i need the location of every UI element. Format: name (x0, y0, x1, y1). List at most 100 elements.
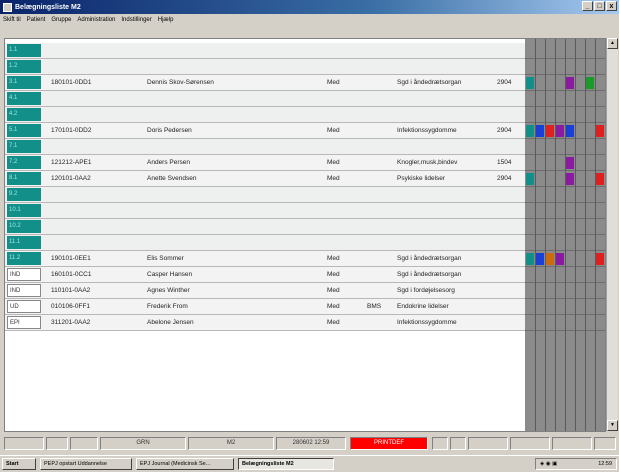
bed-label[interactable]: 1.2 (7, 60, 41, 73)
bed-label[interactable]: 10.2 (7, 220, 41, 233)
status-marker[interactable] (566, 173, 574, 185)
bed-label[interactable]: 9.2 (7, 188, 41, 201)
bed-row[interactable]: 4.2 (5, 107, 525, 123)
patient-code: 2904 (497, 175, 512, 182)
bed-row[interactable]: 1.2 (5, 59, 525, 75)
bed-label[interactable]: 4.2 (7, 108, 41, 121)
menu-indstillinger[interactable]: Indstillinger (118, 17, 154, 23)
patient-name: Frederik From (147, 303, 188, 310)
bed-label[interactable]: 3.1 (7, 76, 41, 89)
patient-diagnosis: Infektionssygdomme (397, 319, 457, 326)
vertical-scrollbar[interactable]: ▲ ▼ (606, 38, 618, 431)
close-button[interactable]: x (606, 1, 617, 11)
patient-diagnosis: Sgd i fordøjelsesorg (397, 287, 455, 294)
patient-diagnosis: Psykiske lidelser (397, 175, 446, 182)
taskbar-item-belaegningsliste[interactable]: Belægningsliste M2 (238, 458, 334, 470)
window-controls: _ □ x (582, 1, 617, 11)
bed-row[interactable]: 1.1 (5, 43, 525, 59)
status-cell (432, 437, 448, 450)
start-button[interactable]: Start (2, 458, 36, 470)
bed-label[interactable]: EPI (7, 316, 41, 329)
status-marker[interactable] (566, 157, 574, 169)
tray-clock: 12:59 (598, 461, 612, 467)
taskbar-item-epj-opstart[interactable]: PEPJ opstart Uddannelse (40, 458, 132, 470)
bed-label[interactable]: 8.1 (7, 172, 41, 185)
bed-label[interactable]: UD (7, 300, 41, 313)
scroll-up-icon[interactable]: ▲ (607, 38, 618, 49)
patient-cpr: 120101-0AA2 (51, 175, 91, 182)
patient-specialty: Med (327, 159, 340, 166)
bed-row[interactable]: 10.2 (5, 219, 525, 235)
status-marker[interactable] (596, 125, 604, 137)
bed-label[interactable]: 4.1 (7, 92, 41, 105)
menu-gruppe[interactable]: Gruppe (48, 17, 74, 23)
bed-label[interactable]: IND (7, 268, 41, 281)
bed-row[interactable]: EPI 311201-0AA2 Abelone Jensen Med Infektion… (5, 315, 525, 331)
bed-label[interactable]: 7.1 (7, 140, 41, 153)
menu-hjaelp[interactable]: Hjælp (155, 17, 177, 23)
patient-diagnosis: Sgd i åndedrætsorgan (397, 79, 462, 86)
grid-col-line (535, 39, 536, 431)
bed-row[interactable]: 5.1 170101-0DD2 Doris Pedersen Med Infektion… (5, 123, 525, 139)
bed-row[interactable]: 10.1 (5, 203, 525, 219)
bed-row[interactable]: 8.1 120101-0AA2 Anette Svendsen Med Psykiske… (5, 171, 525, 187)
bed-row[interactable]: 11.2 190101-0EE1 Elis Sommer Med Sgd i ånded… (5, 251, 525, 267)
status-marker[interactable] (536, 253, 544, 265)
menu-administration[interactable]: Administration (74, 17, 118, 23)
patient-name: Dennis Skov-Sørensen (147, 79, 214, 86)
grid-col-line (545, 39, 546, 431)
bed-label[interactable]: 10.1 (7, 204, 41, 217)
status-marker[interactable] (556, 125, 564, 137)
bed-label[interactable]: 1.1 (7, 44, 41, 57)
patient-specialty: Med (327, 79, 340, 86)
bed-label[interactable]: 11.1 (7, 236, 41, 249)
patient-cpr: 180101-0DD1 (51, 79, 92, 86)
status-alert: PRINTDEF (350, 437, 428, 450)
bed-row[interactable]: 7.1 (5, 139, 525, 155)
status-marker[interactable] (596, 173, 604, 185)
bed-row[interactable]: UD 010106-0FF1 Frederik From Med BMS Endokrin… (5, 299, 525, 315)
status-marker[interactable] (566, 125, 574, 137)
tray-icons: ◈ ◉ ▣ (540, 461, 558, 467)
menu-skift-til[interactable]: Skift til (0, 17, 24, 23)
bed-row[interactable]: 11.1 (5, 235, 525, 251)
bed-row[interactable]: IND 160101-0CC1 Casper Hansen Med Sgd i ånde… (5, 267, 525, 283)
status-cell (468, 437, 508, 450)
bed-row[interactable]: 7.2 121212-APE1 Anders Persen Med Knogler,mu… (5, 155, 525, 171)
status-marker[interactable] (556, 253, 564, 265)
status-marker[interactable] (526, 77, 534, 89)
status-marker[interactable] (546, 253, 554, 265)
bed-label[interactable]: 7.2 (7, 156, 41, 169)
status-marker[interactable] (526, 253, 534, 265)
minimize-button[interactable]: _ (582, 1, 593, 11)
bed-row[interactable]: 3.1 180101-0DD1 Dennis Skov-Sørensen Med Sgd… (5, 75, 525, 91)
status-marker[interactable] (546, 125, 554, 137)
taskbar: Start PEPJ opstart Uddannelse EPJ Journa… (0, 455, 619, 472)
menu-patient[interactable]: Patient (24, 17, 49, 23)
bed-row[interactable]: 4.1 (5, 91, 525, 107)
bed-row[interactable]: IND 110101-0AA2 Agnes Winther Med Sgd i ford… (5, 283, 525, 299)
patient-cpr: 121212-APE1 (51, 159, 92, 166)
patient-name: Casper Hansen (147, 271, 193, 278)
status-marker[interactable] (586, 77, 594, 89)
patient-cpr: 110101-0AA2 (51, 287, 91, 294)
scroll-down-icon[interactable]: ▼ (607, 420, 618, 431)
bed-row[interactable]: 9.2 (5, 187, 525, 203)
bed-label[interactable]: 5.1 (7, 124, 41, 137)
taskbar-item-epj-journal[interactable]: EPJ Journal (Medicinsk Se... (136, 458, 234, 470)
status-marker[interactable] (596, 253, 604, 265)
status-marker[interactable] (526, 125, 534, 137)
bed-label[interactable]: 11.2 (7, 252, 41, 265)
grid-col-line (565, 39, 566, 431)
status-marker[interactable] (566, 77, 574, 89)
status-marker[interactable] (536, 125, 544, 137)
status-grid (525, 39, 605, 431)
status-bar: GRN M2 280602 12:59 PRINTDEF (0, 436, 619, 452)
patient-specialty: Med (327, 271, 340, 278)
status-marker[interactable] (526, 173, 534, 185)
patient-diagnosis: Sgd i åndedrætsorgan (397, 255, 462, 262)
patient-name: Anette Svendsen (147, 175, 197, 182)
maximize-button[interactable]: □ (594, 1, 605, 11)
bed-label[interactable]: IND (7, 284, 41, 297)
grid-col-line (555, 39, 556, 431)
